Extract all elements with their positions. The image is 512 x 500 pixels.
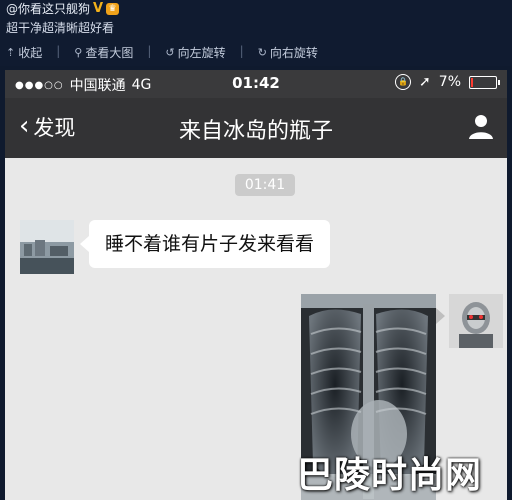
status-right: 🔒 ➚ 7%	[395, 74, 500, 90]
collapse-button[interactable]: ⇡ 收起	[6, 44, 42, 61]
battery-icon	[469, 75, 500, 89]
profile-icon[interactable]	[467, 112, 495, 140]
image-bubble-tail	[436, 308, 445, 324]
toolbar-divider: |	[147, 44, 152, 58]
rotate-right-button[interactable]: ↻ 向右旋转	[258, 44, 318, 61]
phone-screenshot: ●●●○○ 中国联通 4G 01:42 🔒 ➚ 7% ‹ 发现 来自冰岛的瓶子 …	[5, 70, 507, 500]
message-timestamp: 01:41	[235, 174, 295, 196]
verified-v-icon: V	[93, 1, 104, 16]
location-arrow-icon: ➚	[419, 74, 431, 90]
toolbar-divider: |	[56, 44, 61, 58]
chat-navbar: ‹ 发现 来自冰岛的瓶子	[5, 98, 507, 158]
battery-level	[471, 77, 473, 87]
post-text: 超干净超清晰超好看	[6, 21, 115, 35]
battery-percent: 7%	[438, 74, 461, 90]
weibo-header: @你看这只舰狗 V ♛ 超干净超清晰超好看 ⇡ 收起 | ⚲ 查看大图 | ↺ …	[0, 0, 512, 66]
rotation-lock-icon: 🔒	[395, 74, 412, 90]
message-bubble-received[interactable]: 睡不着谁有片子发来看看	[79, 220, 331, 268]
view-large-label: 查看大图	[85, 46, 134, 60]
sender-avatar[interactable]	[20, 220, 74, 274]
self-avatar[interactable]	[449, 294, 503, 348]
rotate-left-label: 向左旋转	[177, 46, 226, 60]
rotate-right-icon: ↻	[257, 46, 267, 59]
username[interactable]: @你看这只舰狗	[6, 0, 90, 17]
magnifier-icon: ⚲	[74, 46, 83, 59]
view-large-button[interactable]: ⚲ 查看大图	[74, 44, 133, 61]
site-watermark: 巴陵时尚网	[297, 455, 483, 496]
image-toolbar: ⇡ 收起 | ⚲ 查看大图 | ↺ 向左旋转 | ↻ 向右旋转	[6, 44, 318, 61]
vip-crown-icon: ♛	[106, 2, 120, 15]
chat-title: 来自冰岛的瓶子	[178, 119, 333, 144]
rotate-left-icon: ↺	[165, 46, 175, 59]
weibo-user[interactable]: @你看这只舰狗 V ♛	[6, 0, 120, 17]
rotate-right-label: 向右旋转	[269, 46, 318, 60]
rotate-left-button[interactable]: ↺ 向左旋转	[165, 44, 225, 61]
status-bar: ●●●○○ 中国联通 4G 01:42 🔒 ➚ 7%	[5, 70, 507, 98]
toolbar-divider: |	[239, 44, 244, 58]
collapse-icon: ⇡	[6, 46, 16, 59]
collapse-label: 收起	[18, 46, 43, 60]
